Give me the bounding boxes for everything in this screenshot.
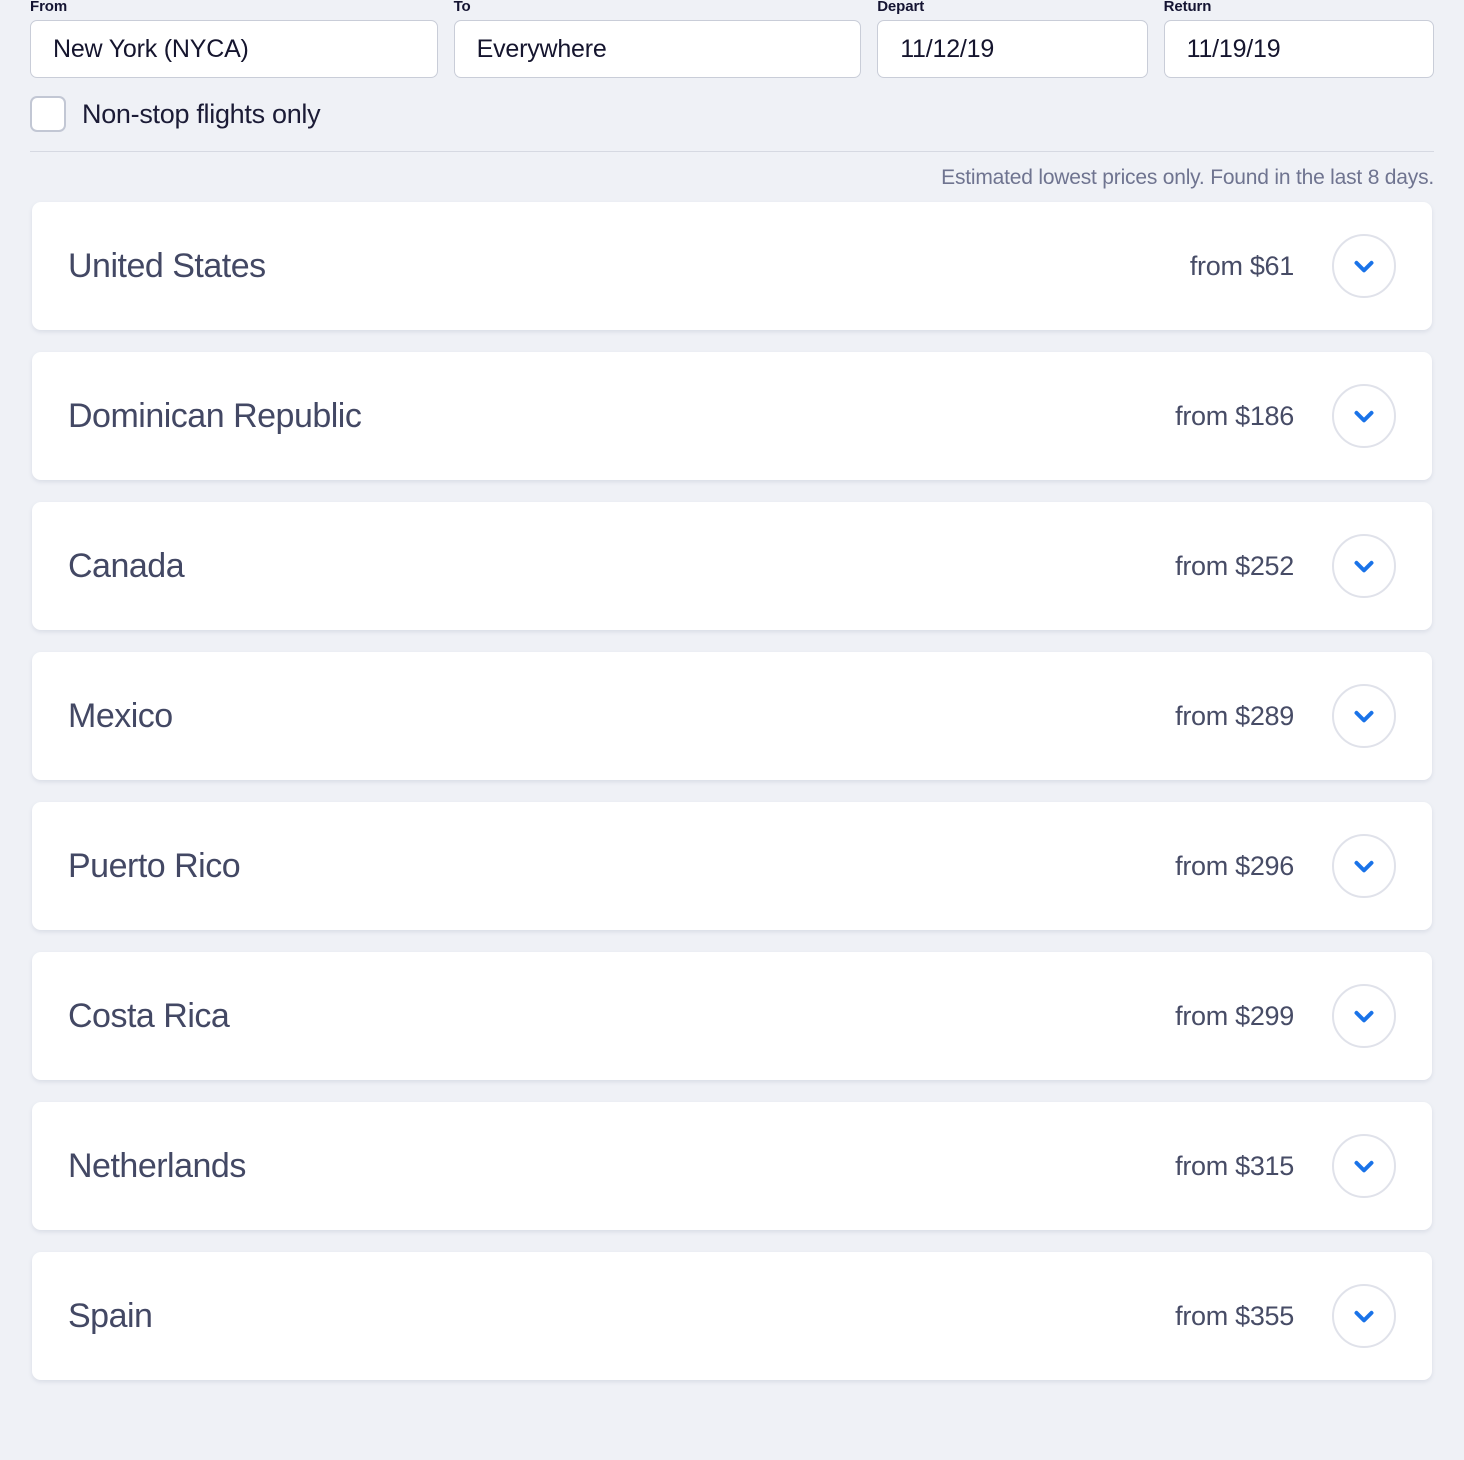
- flight-search-bar: From New York (NYCA) To Everywhere Depar…: [0, 0, 1464, 78]
- price-disclaimer: Estimated lowest prices only. Found in t…: [941, 166, 1434, 189]
- destination-country-name: Costa Rica: [68, 996, 230, 1035]
- chevron-down-icon: [1349, 1001, 1379, 1031]
- destination-card[interactable]: United States from $61: [32, 202, 1432, 330]
- expand-destination-button[interactable]: [1332, 234, 1396, 298]
- depart-label: Depart: [877, 0, 925, 15]
- destination-results-list: United States from $61 Dominican Republi…: [0, 190, 1464, 1380]
- destination-card[interactable]: Costa Rica from $299: [32, 952, 1432, 1080]
- nonstop-filter-row[interactable]: Non-stop flights only: [0, 96, 1464, 132]
- chevron-down-icon: [1349, 401, 1379, 431]
- expand-destination-button[interactable]: [1332, 834, 1396, 898]
- depart-field-group: Depart 11/12/19: [877, 0, 1148, 78]
- chevron-down-icon: [1349, 251, 1379, 281]
- destination-card[interactable]: Spain from $355: [32, 1252, 1432, 1380]
- destination-card[interactable]: Mexico from $289: [32, 652, 1432, 780]
- from-label: From: [30, 0, 68, 15]
- to-label: To: [453, 0, 471, 15]
- destination-country-name: United States: [68, 246, 266, 285]
- return-field-group: Return 11/19/19: [1163, 0, 1434, 78]
- nonstop-label: Non-stop flights only: [82, 98, 321, 129]
- destination-country-name: Mexico: [68, 696, 173, 735]
- destination-card[interactable]: Netherlands from $315: [32, 1102, 1432, 1230]
- chevron-down-icon: [1349, 551, 1379, 581]
- expand-destination-button[interactable]: [1332, 984, 1396, 1048]
- destination-country-name: Puerto Rico: [68, 846, 241, 885]
- destination-country-name: Canada: [68, 546, 185, 585]
- return-label: Return: [1163, 0, 1212, 15]
- expand-destination-button[interactable]: [1332, 384, 1396, 448]
- destination-card[interactable]: Puerto Rico from $296: [32, 802, 1432, 930]
- destination-country-name: Spain: [68, 1296, 153, 1335]
- expand-destination-button[interactable]: [1332, 684, 1396, 748]
- destination-country-name: Netherlands: [68, 1146, 246, 1185]
- chevron-down-icon: [1349, 1151, 1379, 1181]
- chevron-down-icon: [1349, 851, 1379, 881]
- expand-destination-button[interactable]: [1332, 1284, 1396, 1348]
- chevron-down-icon: [1349, 1301, 1379, 1331]
- depart-date-input[interactable]: 11/12/19: [877, 20, 1148, 78]
- to-field-group: To Everywhere: [453, 0, 862, 78]
- nonstop-checkbox[interactable]: [30, 96, 66, 132]
- expand-destination-button[interactable]: [1332, 534, 1396, 598]
- to-input[interactable]: Everywhere: [453, 20, 862, 78]
- destination-card[interactable]: Canada from $252: [32, 502, 1432, 630]
- expand-destination-button[interactable]: [1332, 1134, 1396, 1198]
- chevron-down-icon: [1349, 701, 1379, 731]
- from-field-group: From New York (NYCA): [30, 0, 438, 78]
- destination-card[interactable]: Dominican Republic from $186: [32, 352, 1432, 480]
- return-date-input[interactable]: 11/19/19: [1163, 20, 1434, 78]
- from-input[interactable]: New York (NYCA): [30, 20, 438, 78]
- destination-country-name: Dominican Republic: [68, 396, 362, 435]
